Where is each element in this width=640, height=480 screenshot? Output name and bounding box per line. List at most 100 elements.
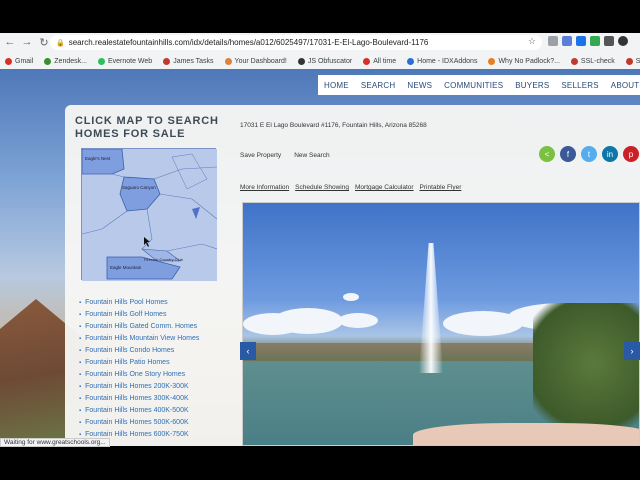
- url-text: search.realestatefountainhills.com/idx/d…: [68, 38, 429, 47]
- bookmark-label: Home - IDXAddons: [417, 57, 478, 65]
- search-link[interactable]: Fountain Hills Patio Homes: [79, 357, 239, 369]
- bookmark-label: SSL-check: [580, 57, 615, 65]
- bookmark-favicon-icon: [625, 57, 633, 65]
- search-link[interactable]: Fountain Hills Homes 200K-300K: [79, 381, 239, 393]
- listing-tab[interactable]: More Information: [240, 184, 289, 191]
- bookmark-item[interactable]: James Tasks: [163, 57, 214, 65]
- bookmark-label: Zendesk...: [54, 57, 87, 65]
- listing-actions: Save Property New Search: [240, 152, 330, 159]
- browser-frame: ← → ↻ 🔒 search.realestatefountainhills.c…: [0, 0, 640, 480]
- nav-item-home[interactable]: HOME: [324, 81, 349, 90]
- reload-icon[interactable]: ↻: [37, 35, 51, 49]
- browser-chrome: ← → ↻ 🔒 search.realestatefountainhills.c…: [0, 33, 640, 69]
- extension-icon[interactable]: [590, 36, 600, 46]
- bookmark-label: Gmail: [15, 57, 34, 65]
- bookmark-label: Why No Padlock?...: [498, 57, 560, 65]
- listing-photo[interactable]: [242, 202, 640, 446]
- search-link[interactable]: Fountain Hills One Story Homes: [79, 369, 239, 381]
- extension-icon[interactable]: [576, 36, 586, 46]
- search-link[interactable]: Fountain Hills Pool Homes: [79, 297, 239, 309]
- community-map[interactable]: Eagle's Nest Saguaro Canyon Firerock Cou…: [81, 148, 218, 281]
- listing-tab[interactable]: Mortgage Calculator: [355, 184, 414, 191]
- listing-tabs: More Information Schedule Showing Mortgage…: [240, 184, 461, 191]
- back-icon[interactable]: ←: [3, 35, 17, 49]
- bookmarks-bar: Gmail Zendesk... Evernote Web James Tasks Yo…: [0, 53, 640, 69]
- bookmark-item[interactable]: Your Dashboard!: [224, 57, 287, 65]
- social-share-bar: < f t in p: [539, 146, 639, 162]
- bookmark-favicon-icon: [224, 57, 232, 65]
- bookmark-label: All time: [373, 57, 397, 65]
- bookmark-star-icon[interactable]: ☆: [528, 36, 536, 47]
- bookmark-label: Your Dashboard!: [234, 57, 287, 65]
- search-link[interactable]: Fountain Hills Mountain View Homes: [79, 333, 239, 345]
- listing-address: 17031 E El Lago Boulevard #1176, Fountai…: [240, 122, 427, 129]
- bookmark-favicon-icon: [44, 57, 52, 65]
- bookmark-item[interactable]: Zendesk...: [44, 57, 87, 65]
- listing-tab[interactable]: Schedule Showing: [295, 184, 349, 191]
- bookmark-label: Evernote Web: [107, 57, 153, 65]
- bookmark-item[interactable]: Strong': [625, 57, 640, 65]
- photo-cloud: [338, 313, 378, 328]
- bookmark-item[interactable]: Evernote Web: [97, 57, 153, 65]
- map-label-firerock: Firerock Country Club: [144, 257, 184, 262]
- new-search-button[interactable]: New Search: [294, 152, 329, 159]
- nav-item-news[interactable]: NEWS: [407, 81, 432, 90]
- bookmark-favicon-icon: [97, 57, 105, 65]
- search-link[interactable]: Fountain Hills Condo Homes: [79, 345, 239, 357]
- map-label-saguaro-canyon: Saguaro Canyon: [122, 185, 156, 190]
- bookmark-favicon-icon: [363, 57, 371, 65]
- bookmark-item[interactable]: SSL-check: [570, 57, 615, 65]
- photo-cloud: [273, 308, 343, 334]
- gallery-next-arrow-icon[interactable]: ›: [624, 342, 640, 360]
- bookmark-item[interactable]: Home - IDXAddons: [407, 57, 478, 65]
- extension-icons: [548, 36, 628, 46]
- listing-tab[interactable]: Printable Flyer: [420, 184, 462, 191]
- search-link[interactable]: Fountain Hills Homes 400K-500K: [79, 405, 239, 417]
- bookmark-item[interactable]: Gmail: [5, 57, 34, 65]
- save-property-button[interactable]: Save Property: [240, 152, 281, 159]
- pinterest-icon[interactable]: p: [623, 146, 639, 162]
- bookmark-favicon-icon: [488, 57, 496, 65]
- search-link[interactable]: Fountain Hills Gated Comm. Homes: [79, 321, 239, 333]
- facebook-icon[interactable]: f: [560, 146, 576, 162]
- extension-icon[interactable]: [604, 36, 614, 46]
- web-page: HOME SEARCH NEWS COMMUNITIES BUYERS SELLERS AB…: [0, 69, 640, 446]
- map-label-eagle-mountain: Eagle Mountain: [110, 265, 142, 270]
- browser-status-bar: Waiting for www.greatschools.org...: [0, 438, 110, 447]
- profile-avatar[interactable]: [618, 36, 628, 46]
- map-search-title: CLICK MAP TO SEARCH HOMES FOR SALE: [75, 115, 219, 140]
- search-link[interactable]: Fountain Hills Homes 300K-400K: [79, 393, 239, 405]
- map-label-eagles-nest: Eagle's Nest: [85, 156, 111, 161]
- nav-item-sellers[interactable]: SELLERS: [561, 81, 598, 90]
- address-row: ← → ↻ 🔒 search.realestatefountainhills.c…: [0, 33, 640, 51]
- photo-cloud: [343, 293, 359, 301]
- forward-icon[interactable]: →: [20, 35, 34, 49]
- bookmark-item[interactable]: JS Obfuscator: [297, 57, 353, 65]
- bookmark-label: JS Obfuscator: [307, 57, 353, 65]
- gallery-prev-arrow-icon[interactable]: ‹: [240, 342, 256, 360]
- site-nav: HOME SEARCH NEWS COMMUNITIES BUYERS SELLERS AB…: [318, 75, 640, 95]
- photo-walkway: [413, 423, 639, 445]
- address-bar[interactable]: 🔒 search.realestatefountainhills.com/idx…: [50, 35, 542, 50]
- bookmark-favicon-icon: [570, 57, 578, 65]
- content-panel: CLICK MAP TO SEARCH HOMES FOR SALE Eagle…: [65, 105, 640, 446]
- bookmark-label: Strong': [635, 57, 640, 65]
- lock-icon: 🔒: [56, 39, 65, 47]
- search-link[interactable]: Fountain Hills Homes 500K-600K: [79, 417, 239, 429]
- nav-item-about[interactable]: ABOUT: [611, 81, 640, 90]
- twitter-icon[interactable]: t: [581, 146, 597, 162]
- bookmark-favicon-icon: [407, 57, 415, 65]
- search-link[interactable]: Fountain Hills Golf Homes: [79, 309, 239, 321]
- bookmark-item[interactable]: All time: [363, 57, 397, 65]
- bookmark-favicon-icon: [5, 57, 12, 65]
- nav-item-buyers[interactable]: BUYERS: [515, 81, 549, 90]
- bookmark-label: James Tasks: [173, 57, 214, 65]
- nav-item-search[interactable]: SEARCH: [361, 81, 396, 90]
- bookmark-item[interactable]: Why No Padlock?...: [488, 57, 560, 65]
- linkedin-icon[interactable]: in: [602, 146, 618, 162]
- extension-icon[interactable]: [548, 36, 558, 46]
- bookmark-favicon-icon: [163, 57, 171, 65]
- extension-icon[interactable]: [562, 36, 572, 46]
- share-icon[interactable]: <: [539, 146, 555, 162]
- nav-item-communities[interactable]: COMMUNITIES: [444, 81, 503, 90]
